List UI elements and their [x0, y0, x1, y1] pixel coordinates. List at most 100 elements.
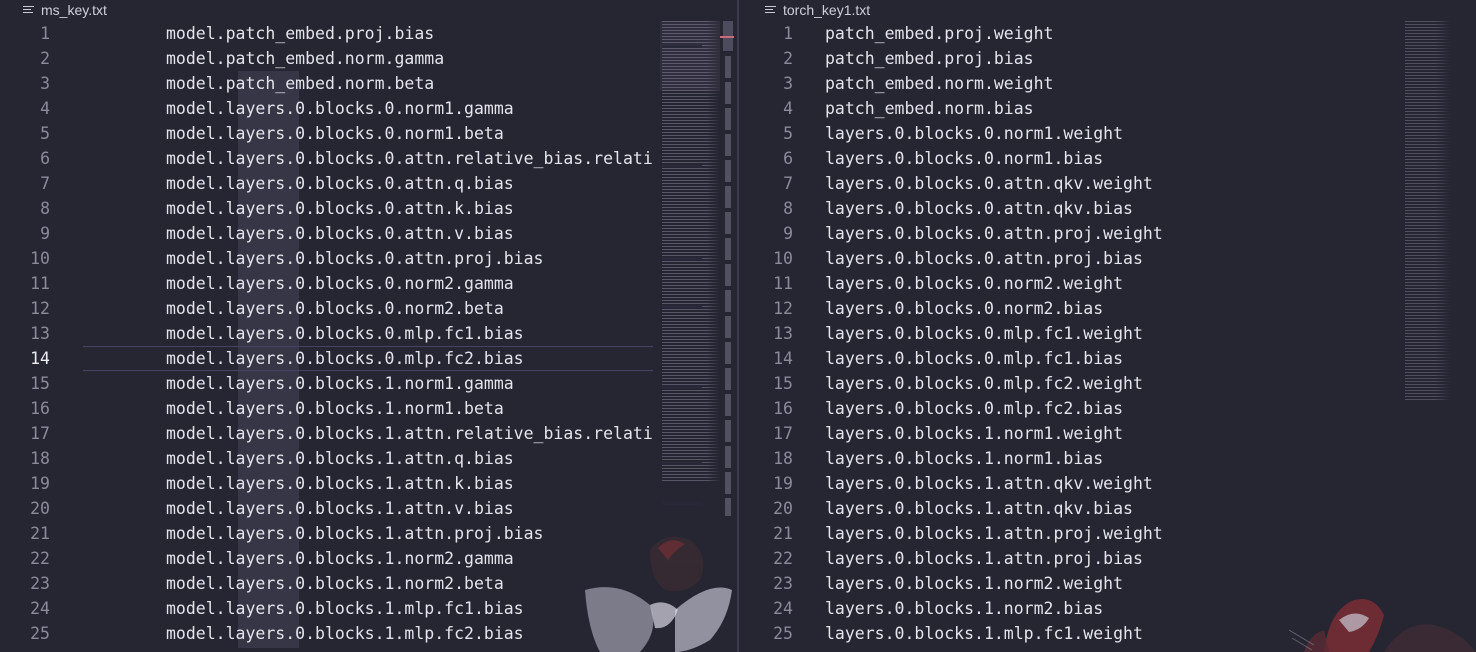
line-text[interactable]: layers.0.blocks.1.norm1.weight: [825, 421, 1123, 446]
code-line[interactable]: 22 model.layers.0.blocks.1.norm2.gamma: [0, 546, 737, 571]
minimap-right[interactable]: [1405, 21, 1451, 401]
code-line[interactable]: 9 model.layers.0.blocks.0.attn.v.bias: [0, 221, 737, 246]
line-text[interactable]: model.layers.0.blocks.1.attn.relative_bi…: [166, 421, 653, 446]
code-line[interactable]: 15 model.layers.0.blocks.1.norm1.gamma: [0, 371, 737, 396]
code-line[interactable]: 20 model.layers.0.blocks.1.attn.v.bias: [0, 496, 737, 521]
line-text[interactable]: layers.0.blocks.0.mlp.fc1.bias: [825, 346, 1123, 371]
line-text[interactable]: model.patch_embed.norm.beta: [166, 71, 434, 96]
line-text[interactable]: layers.0.blocks.0.attn.qkv.weight: [825, 171, 1153, 196]
line-text[interactable]: layers.0.blocks.0.norm1.bias: [825, 146, 1103, 171]
line-text[interactable]: layers.0.blocks.1.norm2.weight: [825, 571, 1123, 596]
editor-pane-right[interactable]: torch_key1.txt 1 patch_embed.proj.weight 2…: [739, 0, 1476, 652]
minimap-left[interactable]: [662, 21, 720, 481]
code-line[interactable]: 11 model.layers.0.blocks.0.norm2.gamma: [0, 271, 737, 296]
line-text[interactable]: model.layers.0.blocks.0.attn.q.bias: [166, 171, 514, 196]
line-text[interactable]: layers.0.blocks.0.attn.qkv.bias: [825, 196, 1133, 221]
code-line[interactable]: 15 layers.0.blocks.0.mlp.fc2.weight: [739, 371, 1476, 396]
code-line[interactable]: 10 model.layers.0.blocks.0.attn.proj.bias: [0, 246, 737, 271]
code-line[interactable]: 19 model.layers.0.blocks.1.attn.k.bias: [0, 471, 737, 496]
line-text[interactable]: patch_embed.norm.bias: [825, 96, 1034, 121]
line-text[interactable]: model.patch_embed.norm.gamma: [166, 46, 444, 71]
line-text[interactable]: layers.0.blocks.1.attn.qkv.weight: [825, 471, 1153, 496]
line-text[interactable]: layers.0.blocks.0.norm2.weight: [825, 271, 1123, 296]
line-text[interactable]: layers.0.blocks.0.mlp.fc1.weight: [825, 321, 1143, 346]
code-line[interactable]: 10 layers.0.blocks.0.attn.proj.bias: [739, 246, 1476, 271]
code-line[interactable]: 6 model.layers.0.blocks.0.attn.relative_b…: [0, 146, 737, 171]
editor-pane-left[interactable]: ms_key.txt 1 model.patch_embed.proj.bias 2…: [0, 0, 737, 652]
line-text[interactable]: model.layers.0.blocks.1.mlp.fc2.bias: [166, 621, 524, 646]
line-text[interactable]: model.layers.0.blocks.0.mlp.fc1.bias: [166, 321, 524, 346]
code-line[interactable]: 24 layers.0.blocks.1.norm2.bias: [739, 596, 1476, 621]
code-area-right[interactable]: 1 patch_embed.proj.weight 2 patch_embed.pro…: [739, 21, 1476, 646]
line-text[interactable]: layers.0.blocks.1.attn.qkv.bias: [825, 496, 1133, 521]
line-text[interactable]: patch_embed.proj.weight: [825, 21, 1053, 46]
line-text[interactable]: model.patch_embed.proj.bias: [166, 21, 434, 46]
line-text[interactable]: layers.0.blocks.0.mlp.fc2.weight: [825, 371, 1143, 396]
code-line[interactable]: 1 model.patch_embed.proj.bias: [0, 21, 737, 46]
code-line[interactable]: 3 patch_embed.norm.weight: [739, 71, 1476, 96]
line-text[interactable]: model.layers.0.blocks.1.mlp.fc1.bias: [166, 596, 524, 621]
line-text[interactable]: model.layers.0.blocks.0.attn.k.bias: [166, 196, 514, 221]
line-text[interactable]: model.layers.0.blocks.1.attn.q.bias: [166, 446, 514, 471]
line-text[interactable]: layers.0.blocks.1.attn.proj.weight: [825, 521, 1163, 546]
code-line[interactable]: 12 model.layers.0.blocks.0.norm2.beta: [0, 296, 737, 321]
breadcrumb-right[interactable]: torch_key1.txt: [739, 0, 1476, 19]
code-line[interactable]: 17 model.layers.0.blocks.1.attn.relative_…: [0, 421, 737, 446]
line-text[interactable]: layers.0.blocks.0.norm2.bias: [825, 296, 1103, 321]
code-line[interactable]: 7 model.layers.0.blocks.0.attn.q.bias: [0, 171, 737, 196]
line-text[interactable]: model.layers.0.blocks.0.attn.v.bias: [166, 221, 514, 246]
code-line[interactable]: 16 model.layers.0.blocks.1.norm1.beta: [0, 396, 737, 421]
code-line[interactable]: 14 model.layers.0.blocks.0.mlp.fc2.bias: [0, 346, 737, 371]
code-line[interactable]: 8 layers.0.blocks.0.attn.qkv.bias: [739, 196, 1476, 221]
code-line[interactable]: 24 model.layers.0.blocks.1.mlp.fc1.bias: [0, 596, 737, 621]
line-text[interactable]: model.layers.0.blocks.1.attn.v.bias: [166, 496, 514, 521]
breadcrumb-left[interactable]: ms_key.txt: [0, 0, 737, 19]
line-text[interactable]: layers.0.blocks.0.attn.proj.weight: [825, 221, 1163, 246]
code-line[interactable]: 13 model.layers.0.blocks.0.mlp.fc1.bias: [0, 321, 737, 346]
line-text[interactable]: model.layers.0.blocks.0.attn.proj.bias: [166, 246, 544, 271]
line-text[interactable]: model.layers.0.blocks.0.mlp.fc2.bias: [166, 346, 524, 371]
line-text[interactable]: patch_embed.norm.weight: [825, 71, 1053, 96]
code-line[interactable]: 9 layers.0.blocks.0.attn.proj.weight: [739, 221, 1476, 246]
code-line[interactable]: 2 patch_embed.proj.bias: [739, 46, 1476, 71]
code-line[interactable]: 18 layers.0.blocks.1.norm1.bias: [739, 446, 1476, 471]
code-line[interactable]: 20 layers.0.blocks.1.attn.qkv.bias: [739, 496, 1476, 521]
line-text[interactable]: model.layers.0.blocks.1.norm1.beta: [166, 396, 504, 421]
line-text[interactable]: model.layers.0.blocks.1.norm2.gamma: [166, 546, 514, 571]
code-line[interactable]: 11 layers.0.blocks.0.norm2.weight: [739, 271, 1476, 296]
code-line[interactable]: 17 layers.0.blocks.1.norm1.weight: [739, 421, 1476, 446]
line-text[interactable]: layers.0.blocks.0.norm1.weight: [825, 121, 1123, 146]
code-area-left[interactable]: 1 model.patch_embed.proj.bias 2 model.patch…: [0, 21, 737, 646]
code-line[interactable]: 12 layers.0.blocks.0.norm2.bias: [739, 296, 1476, 321]
code-line[interactable]: 22 layers.0.blocks.1.attn.proj.bias: [739, 546, 1476, 571]
file-name-right[interactable]: torch_key1.txt: [783, 2, 870, 18]
line-text[interactable]: model.layers.0.blocks.0.norm2.beta: [166, 296, 504, 321]
code-line[interactable]: 21 layers.0.blocks.1.attn.proj.weight: [739, 521, 1476, 546]
line-text[interactable]: layers.0.blocks.0.attn.proj.bias: [825, 246, 1143, 271]
line-text[interactable]: layers.0.blocks.0.mlp.fc2.bias: [825, 396, 1123, 421]
code-line[interactable]: 8 model.layers.0.blocks.0.attn.k.bias: [0, 196, 737, 221]
code-line[interactable]: 6 layers.0.blocks.0.norm1.bias: [739, 146, 1476, 171]
line-text[interactable]: model.layers.0.blocks.0.attn.relative_bi…: [166, 146, 653, 171]
code-line[interactable]: 5 layers.0.blocks.0.norm1.weight: [739, 121, 1476, 146]
line-text[interactable]: model.layers.0.blocks.1.norm2.beta: [166, 571, 504, 596]
code-line[interactable]: 7 layers.0.blocks.0.attn.qkv.weight: [739, 171, 1476, 196]
code-line[interactable]: 1 patch_embed.proj.weight: [739, 21, 1476, 46]
line-text[interactable]: layers.0.blocks.1.norm1.bias: [825, 446, 1103, 471]
line-text[interactable]: model.layers.0.blocks.1.attn.proj.bias: [166, 521, 544, 546]
scrollbar-left[interactable]: [720, 21, 734, 652]
line-text[interactable]: model.layers.0.blocks.1.attn.k.bias: [166, 471, 514, 496]
code-line[interactable]: 25 model.layers.0.blocks.1.mlp.fc2.bias: [0, 621, 737, 646]
code-line[interactable]: 13 layers.0.blocks.0.mlp.fc1.weight: [739, 321, 1476, 346]
line-text[interactable]: layers.0.blocks.1.mlp.fc1.weight: [825, 621, 1143, 646]
line-text[interactable]: model.layers.0.blocks.1.norm1.gamma: [166, 371, 514, 396]
code-line[interactable]: 2 model.patch_embed.norm.gamma: [0, 46, 737, 71]
line-text[interactable]: layers.0.blocks.1.norm2.bias: [825, 596, 1103, 621]
line-text[interactable]: layers.0.blocks.1.attn.proj.bias: [825, 546, 1143, 571]
code-line[interactable]: 14 layers.0.blocks.0.mlp.fc1.bias: [739, 346, 1476, 371]
code-line[interactable]: 3 model.patch_embed.norm.beta: [0, 71, 737, 96]
code-line[interactable]: 21 model.layers.0.blocks.1.attn.proj.bias: [0, 521, 737, 546]
code-line[interactable]: 25 layers.0.blocks.1.mlp.fc1.weight: [739, 621, 1476, 646]
line-text[interactable]: patch_embed.proj.bias: [825, 46, 1034, 71]
code-line[interactable]: 23 model.layers.0.blocks.1.norm2.beta: [0, 571, 737, 596]
